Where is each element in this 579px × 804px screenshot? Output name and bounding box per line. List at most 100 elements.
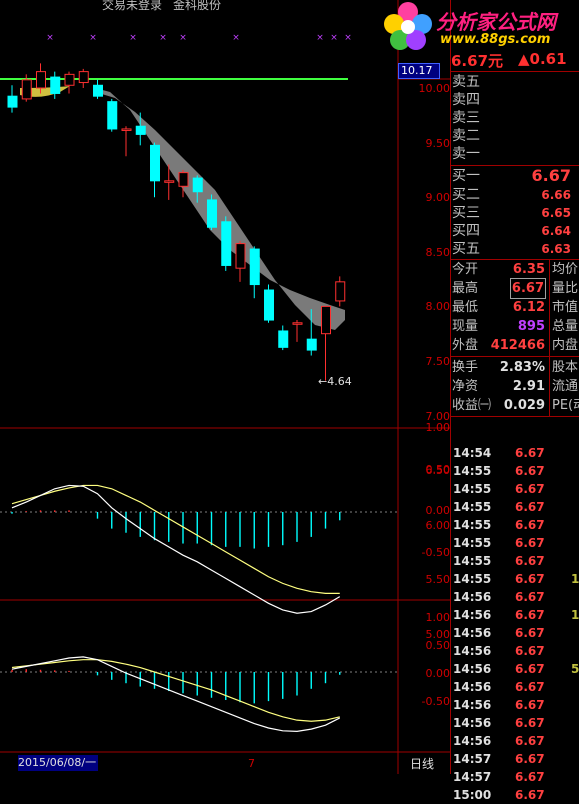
tick-price: 6.67 <box>515 464 545 478</box>
kline-chart[interactable]: × × × × × × × × × <box>0 0 451 774</box>
candle-body <box>178 172 189 187</box>
tick-row[interactable]: 14:57 6.67 <box>451 750 579 768</box>
flower-icon <box>384 2 432 50</box>
sell-level-5[interactable]: 卖五 <box>451 73 579 91</box>
candle-body <box>93 84 103 97</box>
buy-level-2[interactable]: 买二 6.66 <box>451 186 579 204</box>
tick-price: 6.67 <box>515 698 545 712</box>
tick-price: 6.67 <box>515 716 545 730</box>
tick-row[interactable]: 14:56 6.67 <box>451 678 579 696</box>
tick-row[interactable]: 14:57 6.67 <box>451 768 579 786</box>
price-tick-label: 8.50 <box>425 245 451 259</box>
candle-body <box>50 76 61 94</box>
watermark-brand: 分析家公式网 <box>436 10 556 34</box>
top-marker: × <box>344 33 352 43</box>
stat-value: 0.029 <box>503 398 545 413</box>
tick-row[interactable]: 14:56 6.67 <box>451 696 579 714</box>
price-tick-label: 7.50 <box>425 355 451 368</box>
buy-level-5[interactable]: 买五 6.63 <box>451 240 579 258</box>
tick-price: 6.67 <box>515 446 545 460</box>
top-marker: × <box>330 33 338 43</box>
candle-body <box>7 95 18 108</box>
sell-level-4[interactable]: 卖四 <box>451 91 579 109</box>
sell-level-label: 卖四 <box>452 92 480 108</box>
tick-row[interactable]: 14:56 6.67 <box>451 588 579 606</box>
sell-level-2[interactable]: 卖二 <box>451 127 579 145</box>
tick-row[interactable]: 14:55 6.67 10 <box>451 570 579 588</box>
tick-price: 6.67 <box>515 662 545 676</box>
tick-time: 14:56 <box>453 626 492 640</box>
tick-volume: 10 <box>571 572 579 586</box>
tick-row[interactable]: 14:56 6.67 5 <box>451 660 579 678</box>
current-price-tag: 10.17 <box>398 63 440 79</box>
tick-row[interactable]: 14:56 6.67 1 <box>451 606 579 624</box>
buy-level-1[interactable]: 买一 6.67 <box>451 167 579 185</box>
buy-level-4[interactable]: 买四 6.64 <box>451 222 579 240</box>
low-price-marker: ←4.64 <box>318 375 352 388</box>
candle-body <box>221 221 232 266</box>
candle-body <box>121 128 132 131</box>
sell-level-label: 卖二 <box>452 128 480 144</box>
price-change: ▲0.61 <box>518 50 567 68</box>
tick-row[interactable]: 14:55 6.67 <box>451 552 579 570</box>
top-marker: × <box>316 33 324 43</box>
watermark-url: www.88gs.com <box>440 32 551 47</box>
buy-level-label: 买四 <box>452 223 480 239</box>
buy-level-price: 6.64 <box>541 224 571 238</box>
indicator2-tick-label: -0.50 <box>421 695 450 708</box>
trend-cloud <box>95 88 345 330</box>
tick-price: 6.67 <box>515 572 545 586</box>
price-tick-label: 6.00 <box>425 518 451 532</box>
period-selector[interactable]: 日线 <box>410 755 434 772</box>
tick-row[interactable]: 14:56 6.67 <box>451 732 579 750</box>
buy-level-label: 买五 <box>452 241 480 257</box>
tick-row[interactable]: 14:55 6.67 <box>451 480 579 498</box>
top-marker: × <box>46 33 54 43</box>
tick-row[interactable]: 14:55 6.67 <box>451 498 579 516</box>
stat-right-label: 市值 <box>552 300 579 315</box>
candle-body <box>21 79 32 100</box>
buy-level-3[interactable]: 买三 6.65 <box>451 204 579 222</box>
tick-row[interactable]: 14:54 6.67 <box>451 444 579 462</box>
low-price-value: 4.64 <box>327 375 352 388</box>
candle-body <box>278 330 289 348</box>
tick-row[interactable]: 14:56 6.67 <box>451 642 579 660</box>
price-tick-label: 10.00 <box>418 82 451 95</box>
sell-level-label: 卖一 <box>452 146 480 162</box>
buy-level-price: 6.67 <box>531 166 571 185</box>
tick-row[interactable]: 14:56 6.67 <box>451 714 579 732</box>
tick-volume: 1 <box>571 608 579 622</box>
price-tick-label: 9.00 <box>425 191 451 205</box>
stat-value: 412466 <box>490 338 545 353</box>
tick-price: 6.67 <box>515 554 545 568</box>
tick-time: 14:54 <box>453 446 492 460</box>
stat-high: 最高 6.67 量比 <box>451 278 579 299</box>
stat-right-label: 内盘 <box>552 338 579 353</box>
tick-row[interactable]: 14:55 6.67 <box>451 516 579 534</box>
indicator1-tick-label: -0.50 <box>421 545 450 559</box>
tick-price: 6.67 <box>515 536 545 550</box>
stat-right-label: 流通 <box>552 379 579 394</box>
candle-body <box>36 71 46 89</box>
candle-body <box>78 71 89 84</box>
sell-level-1[interactable]: 卖一 <box>451 145 579 163</box>
tick-row[interactable]: 14:55 6.67 <box>451 534 579 552</box>
top-marker: × <box>129 33 137 43</box>
sell-level-3[interactable]: 卖三 <box>451 109 579 127</box>
stat-open: 今开 6.35 均价 <box>451 260 579 279</box>
macd1-dif-line <box>11 484 341 614</box>
tick-time: 14:57 <box>453 770 492 784</box>
tick-row[interactable]: 15:00 6.67 <box>451 786 579 804</box>
tick-volume: 5 <box>571 662 579 676</box>
tick-row[interactable]: 14:55 6.67 <box>451 462 579 480</box>
tick-row[interactable]: 14:56 6.67 <box>451 624 579 642</box>
stat-label: 净资 <box>452 379 479 394</box>
stat-value: 6.35 <box>512 262 545 277</box>
candle-body <box>192 177 203 193</box>
candle-body <box>335 281 346 302</box>
tick-price: 6.67 <box>515 482 545 496</box>
tick-time: 14:55 <box>453 464 492 478</box>
login-status: 交易未登录 <box>102 0 163 12</box>
price-tick-label: 9.50 <box>425 136 451 150</box>
tick-time: 15:00 <box>453 788 492 802</box>
